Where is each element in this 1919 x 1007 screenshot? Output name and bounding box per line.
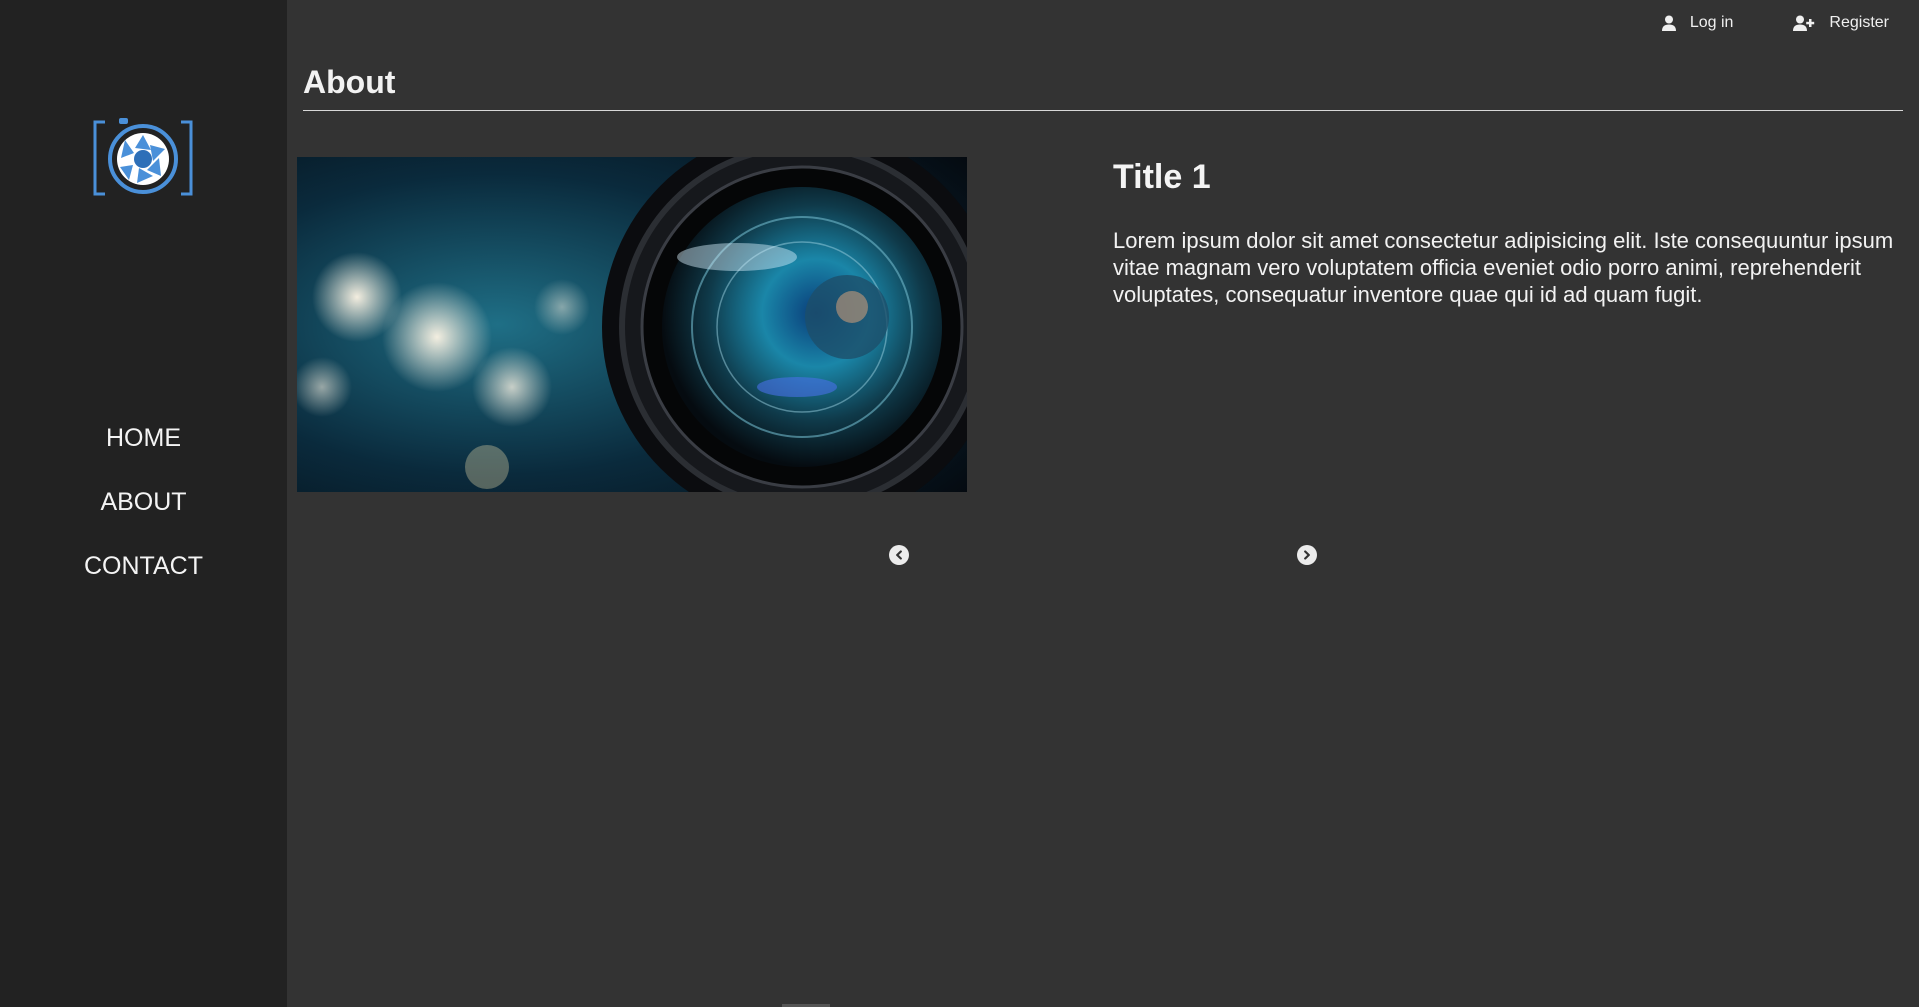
register-link[interactable]: Register <box>1793 14 1889 32</box>
page-title: About <box>303 64 396 100</box>
chevron-left-circle-icon[interactable] <box>889 545 909 565</box>
account-bar: Log in Register <box>1661 14 1889 32</box>
login-link[interactable]: Log in <box>1661 14 1734 32</box>
camera-lens-photo <box>297 157 967 492</box>
title-divider <box>303 110 1903 111</box>
chevron-right-circle-icon[interactable] <box>1297 545 1317 565</box>
user-plus-icon <box>1793 15 1815 31</box>
slide-title: Title 1 <box>1113 158 1211 196</box>
login-label: Log in <box>1689 14 1734 31</box>
nav-item-about[interactable]: ABOUT <box>0 478 287 542</box>
camera-aperture-icon[interactable] <box>91 118 195 198</box>
sidebar-nav: HOME ABOUT CONTACT <box>0 414 287 606</box>
slide-description: Lorem ipsum dolor sit amet consectetur a… <box>1113 228 1894 307</box>
main-content: Log in Register About Title 1 Lorem ipsu… <box>287 0 1919 1007</box>
register-label: Register <box>1829 14 1889 31</box>
nav-item-home[interactable]: HOME <box>0 414 287 478</box>
sidebar: HOME ABOUT CONTACT <box>0 0 287 1007</box>
nav-item-contact[interactable]: CONTACT <box>0 542 287 606</box>
user-icon <box>1661 15 1676 31</box>
